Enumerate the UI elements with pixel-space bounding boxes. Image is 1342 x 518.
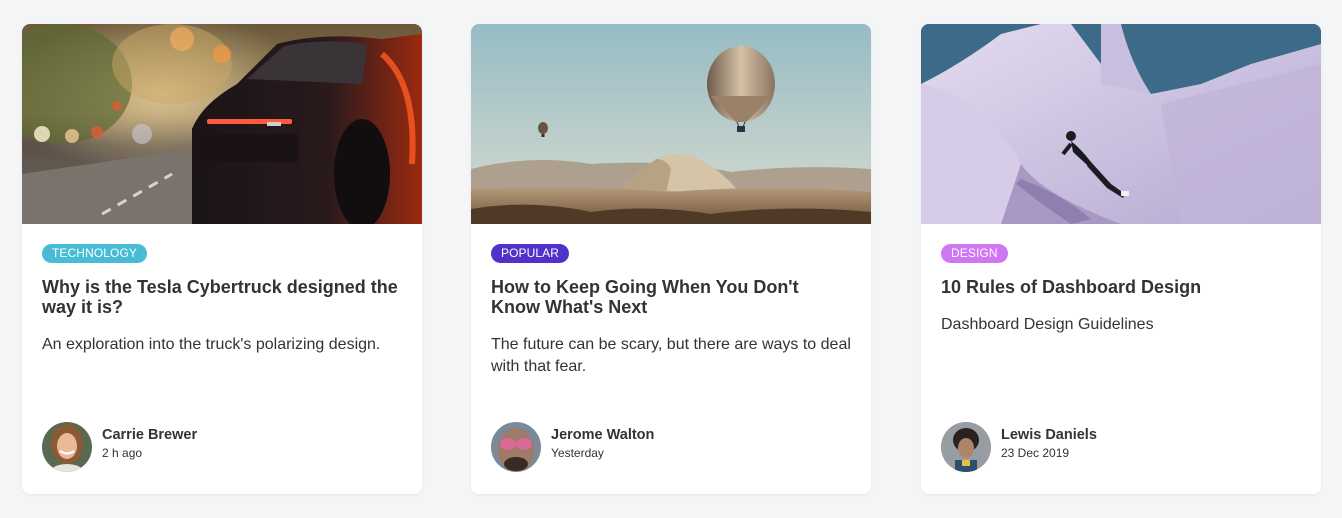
person-jumping-image[interactable] bbox=[921, 24, 1321, 224]
article-card[interactable]: Popular How to Keep Going When You Don't… bbox=[471, 24, 871, 494]
author-name[interactable]: Lewis Daniels bbox=[1001, 426, 1097, 444]
article-title[interactable]: 10 Rules of Dashboard Design bbox=[941, 277, 1301, 297]
category-tag[interactable]: Popular bbox=[491, 244, 570, 263]
author-avatar[interactable] bbox=[941, 422, 991, 472]
author-name[interactable]: Jerome Walton bbox=[551, 426, 654, 444]
article-card[interactable]: Technology Why is the Tesla Cybertruck d… bbox=[22, 24, 422, 494]
article-title[interactable]: Why is the Tesla Cybertruck designed the… bbox=[42, 277, 402, 317]
author-block[interactable]: Jerome Walton Yesterday bbox=[491, 422, 654, 472]
author-avatar[interactable] bbox=[42, 422, 92, 472]
post-time: Yesterday bbox=[551, 445, 604, 460]
article-description: Dashboard Design Guidelines bbox=[941, 316, 1154, 333]
category-tag[interactable]: Technology bbox=[42, 244, 148, 263]
author-name[interactable]: Carrie Brewer bbox=[102, 426, 197, 444]
author-block[interactable]: Lewis Daniels 23 Dec 2019 bbox=[941, 422, 1097, 472]
author-block[interactable]: Carrie Brewer 2 h ago bbox=[42, 422, 197, 472]
article-title[interactable]: How to Keep Going When You Don't Know Wh… bbox=[491, 277, 851, 317]
post-time: 23 Dec 2019 bbox=[1001, 445, 1070, 460]
sports-car-image[interactable] bbox=[22, 24, 422, 224]
card-grid: Technology Why is the Tesla Cybertruck d… bbox=[0, 0, 1342, 518]
card-body: Design 10 Rules of Dashboard Design Dash… bbox=[921, 224, 1321, 494]
article-description: The future can be scary, but there are w… bbox=[491, 336, 851, 375]
article-description: An exploration into the truck's polarizi… bbox=[42, 336, 381, 353]
card-body: Technology Why is the Tesla Cybertruck d… bbox=[22, 224, 422, 494]
category-tag[interactable]: Design bbox=[941, 244, 1008, 263]
hot-air-balloon-image[interactable] bbox=[471, 24, 871, 224]
author-avatar[interactable] bbox=[491, 422, 541, 472]
card-body: Popular How to Keep Going When You Don't… bbox=[471, 224, 871, 494]
article-card[interactable]: Design 10 Rules of Dashboard Design Dash… bbox=[921, 24, 1321, 494]
post-time: 2 h ago bbox=[102, 445, 143, 460]
